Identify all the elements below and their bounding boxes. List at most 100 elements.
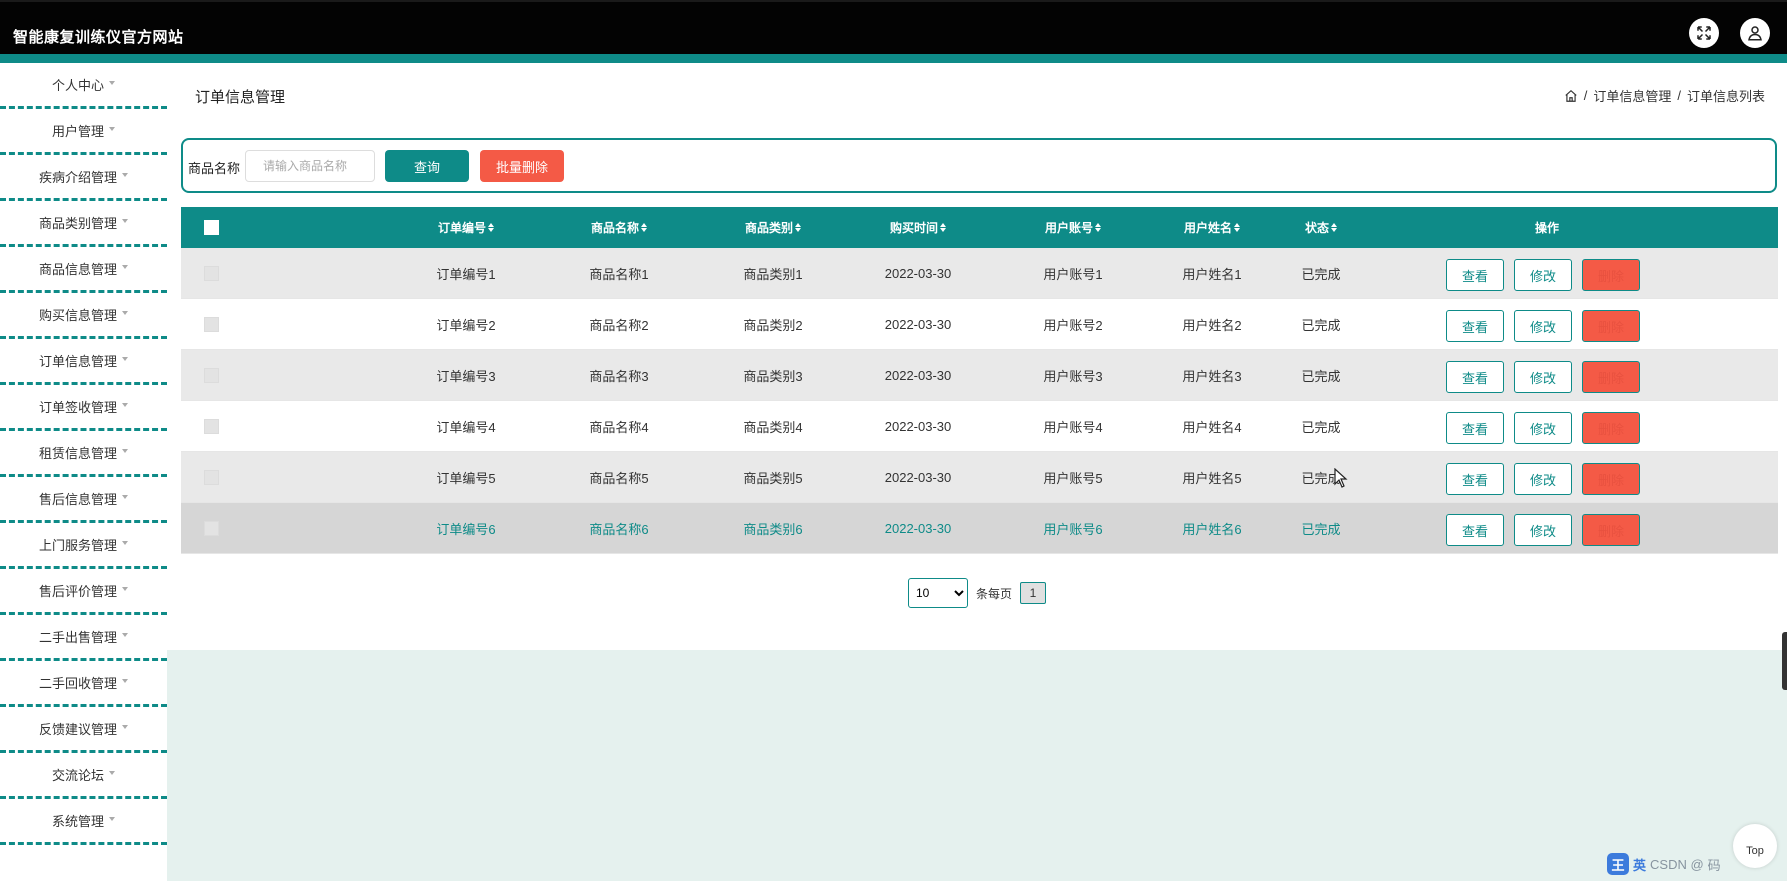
caret-down-icon [122,172,128,177]
row-checkbox[interactable] [203,316,219,332]
sidebar-item[interactable]: 订单签收管理 [0,385,167,431]
sidebar-item[interactable]: 售后评价管理 [0,569,167,615]
column-header[interactable]: 订单编号 [411,207,521,248]
edit-button[interactable]: 修改 [1514,412,1572,444]
watermark-side: 英 [1633,857,1647,873]
cell-date: 2022-03-30 [884,367,952,383]
batch-delete-button[interactable]: 批量删除 [480,150,564,182]
select-all-checkbox[interactable] [203,220,219,235]
sidebar-item[interactable]: 售后信息管理 [0,477,167,523]
edit-button[interactable]: 修改 [1514,361,1572,393]
table-row: 订单编号4 商品名称4 商品类别4 2022-03-30 用户账号4 用户姓名4 已完成 查看… [181,401,1778,452]
column-header[interactable]: 购买时间 [863,207,973,248]
cell-product: 商品名称6 [589,521,649,537]
row-checkbox[interactable] [203,367,219,383]
row-checkbox[interactable] [203,469,219,485]
edit-button[interactable]: 修改 [1514,259,1572,291]
row-checkbox[interactable] [203,520,219,536]
fullscreen-button[interactable] [1689,18,1719,48]
row-checkbox[interactable] [203,418,219,434]
sidebar-item[interactable]: 商品信息管理 [0,247,167,293]
sidebar-item[interactable]: 租赁信息管理 [0,431,167,477]
cell-date: 2022-03-30 [884,265,952,281]
sort-icon [1095,223,1101,232]
sidebar-item[interactable]: 用户管理 [0,109,167,155]
delete-button[interactable]: 删除 [1582,259,1640,291]
view-button[interactable]: 查看 [1446,463,1504,495]
cell-order-no: 订单编号3 [436,368,496,384]
view-button[interactable]: 查看 [1446,361,1504,393]
column-header[interactable]: 商品类别 [718,207,828,248]
view-button[interactable]: 查看 [1446,259,1504,291]
delete-button[interactable]: 删除 [1582,310,1640,342]
sort-icon [795,223,801,232]
column-header-label: 状态 [1304,221,1329,235]
caret-down-icon [122,632,128,637]
product-name-search-input[interactable] [245,150,375,182]
sidebar-item[interactable]: 疾病介绍管理 [0,155,167,201]
edit-button[interactable]: 修改 [1514,310,1572,342]
cell-name: 用户姓名1 [1182,266,1242,282]
sidebar-item[interactable]: 商品类别管理 [0,201,167,247]
pagination: 10 条每页 1 [908,578,1047,608]
page-size-select[interactable]: 10 [908,578,968,608]
table-body: 订单编号1 商品名称1 商品类别1 2022-03-30 用户账号1 用户姓名1 已完成 查看… [181,248,1778,554]
sidebar-item[interactable]: 订单信息管理 [0,339,167,385]
caret-down-icon [122,448,128,453]
sidebar-item[interactable]: 个人中心 [0,63,167,109]
view-button[interactable]: 查看 [1446,514,1504,546]
side-drawer-tab[interactable] [1782,632,1787,690]
sort-icon [940,223,946,232]
column-header: 操作 [1487,207,1607,248]
user-icon [1748,26,1762,41]
orders-table: 订单编号 商品名称 商品类别 购买时间 用户账号 用户姓名 状态 操作 订单编号1 商品名称1 商… [181,207,1778,554]
query-button[interactable]: 查询 [385,150,469,182]
column-header[interactable]: 用户姓名 [1157,207,1267,248]
cell-name: 用户姓名5 [1182,470,1242,486]
user-menu-button[interactable] [1740,18,1770,48]
search-panel: 商品名称 查询 批量删除 [181,138,1777,193]
watermark-logo: 王 [1607,853,1629,875]
sidebar-item[interactable]: 二手出售管理 [0,615,167,661]
column-header[interactable]: 状态 [1266,207,1376,248]
delete-button[interactable]: 删除 [1582,361,1640,393]
caret-down-icon [122,540,128,545]
sidebar-item[interactable]: 二手回收管理 [0,661,167,707]
cell-product: 商品名称5 [589,470,649,486]
column-header[interactable]: 商品名称 [564,207,674,248]
back-to-top-button[interactable]: Top [1733,824,1777,868]
cell-account: 用户账号2 [1043,317,1103,333]
sidebar-item-label: 售后评价管理 [38,584,117,599]
home-icon[interactable] [1564,89,1578,103]
sort-icon [488,223,494,232]
column-header[interactable]: 用户账号 [1018,207,1128,248]
sidebar-item[interactable]: 购买信息管理 [0,293,167,339]
cell-status: 已完成 [1301,266,1341,282]
delete-button[interactable]: 删除 [1582,514,1640,546]
caret-down-icon [122,218,128,223]
caret-down-icon [109,126,115,131]
cell-account: 用户账号4 [1043,419,1103,435]
edit-button[interactable]: 修改 [1514,463,1572,495]
delete-button[interactable]: 删除 [1582,463,1640,495]
caret-down-icon [122,264,128,269]
row-checkbox[interactable] [203,265,219,281]
sidebar-item[interactable]: 交流论坛 [0,753,167,799]
product-name-label: 商品名称 [188,161,241,176]
page-number-button[interactable]: 1 [1020,582,1047,604]
view-button[interactable]: 查看 [1446,310,1504,342]
sidebar-item[interactable]: 上门服务管理 [0,523,167,569]
sidebar-item-label: 个人中心 [51,78,104,93]
sidebar-item[interactable]: 系统管理 [0,799,167,845]
table-row: 订单编号5 商品名称5 商品类别5 2022-03-30 用户账号5 用户姓名5 已完成 查看… [181,452,1778,503]
sidebar-item[interactable]: 反馈建议管理 [0,707,167,753]
cell-product: 商品名称4 [589,419,649,435]
cell-account: 用户账号1 [1043,266,1103,282]
cell-category: 商品类别3 [743,368,803,384]
view-button[interactable]: 查看 [1446,412,1504,444]
edit-button[interactable]: 修改 [1514,514,1572,546]
header-accent-bar [0,54,1787,63]
breadcrumb-item-order-management[interactable]: 订单信息管理 [1593,86,1671,105]
delete-button[interactable]: 删除 [1582,412,1640,444]
column-header-label: 购买时间 [889,221,938,235]
